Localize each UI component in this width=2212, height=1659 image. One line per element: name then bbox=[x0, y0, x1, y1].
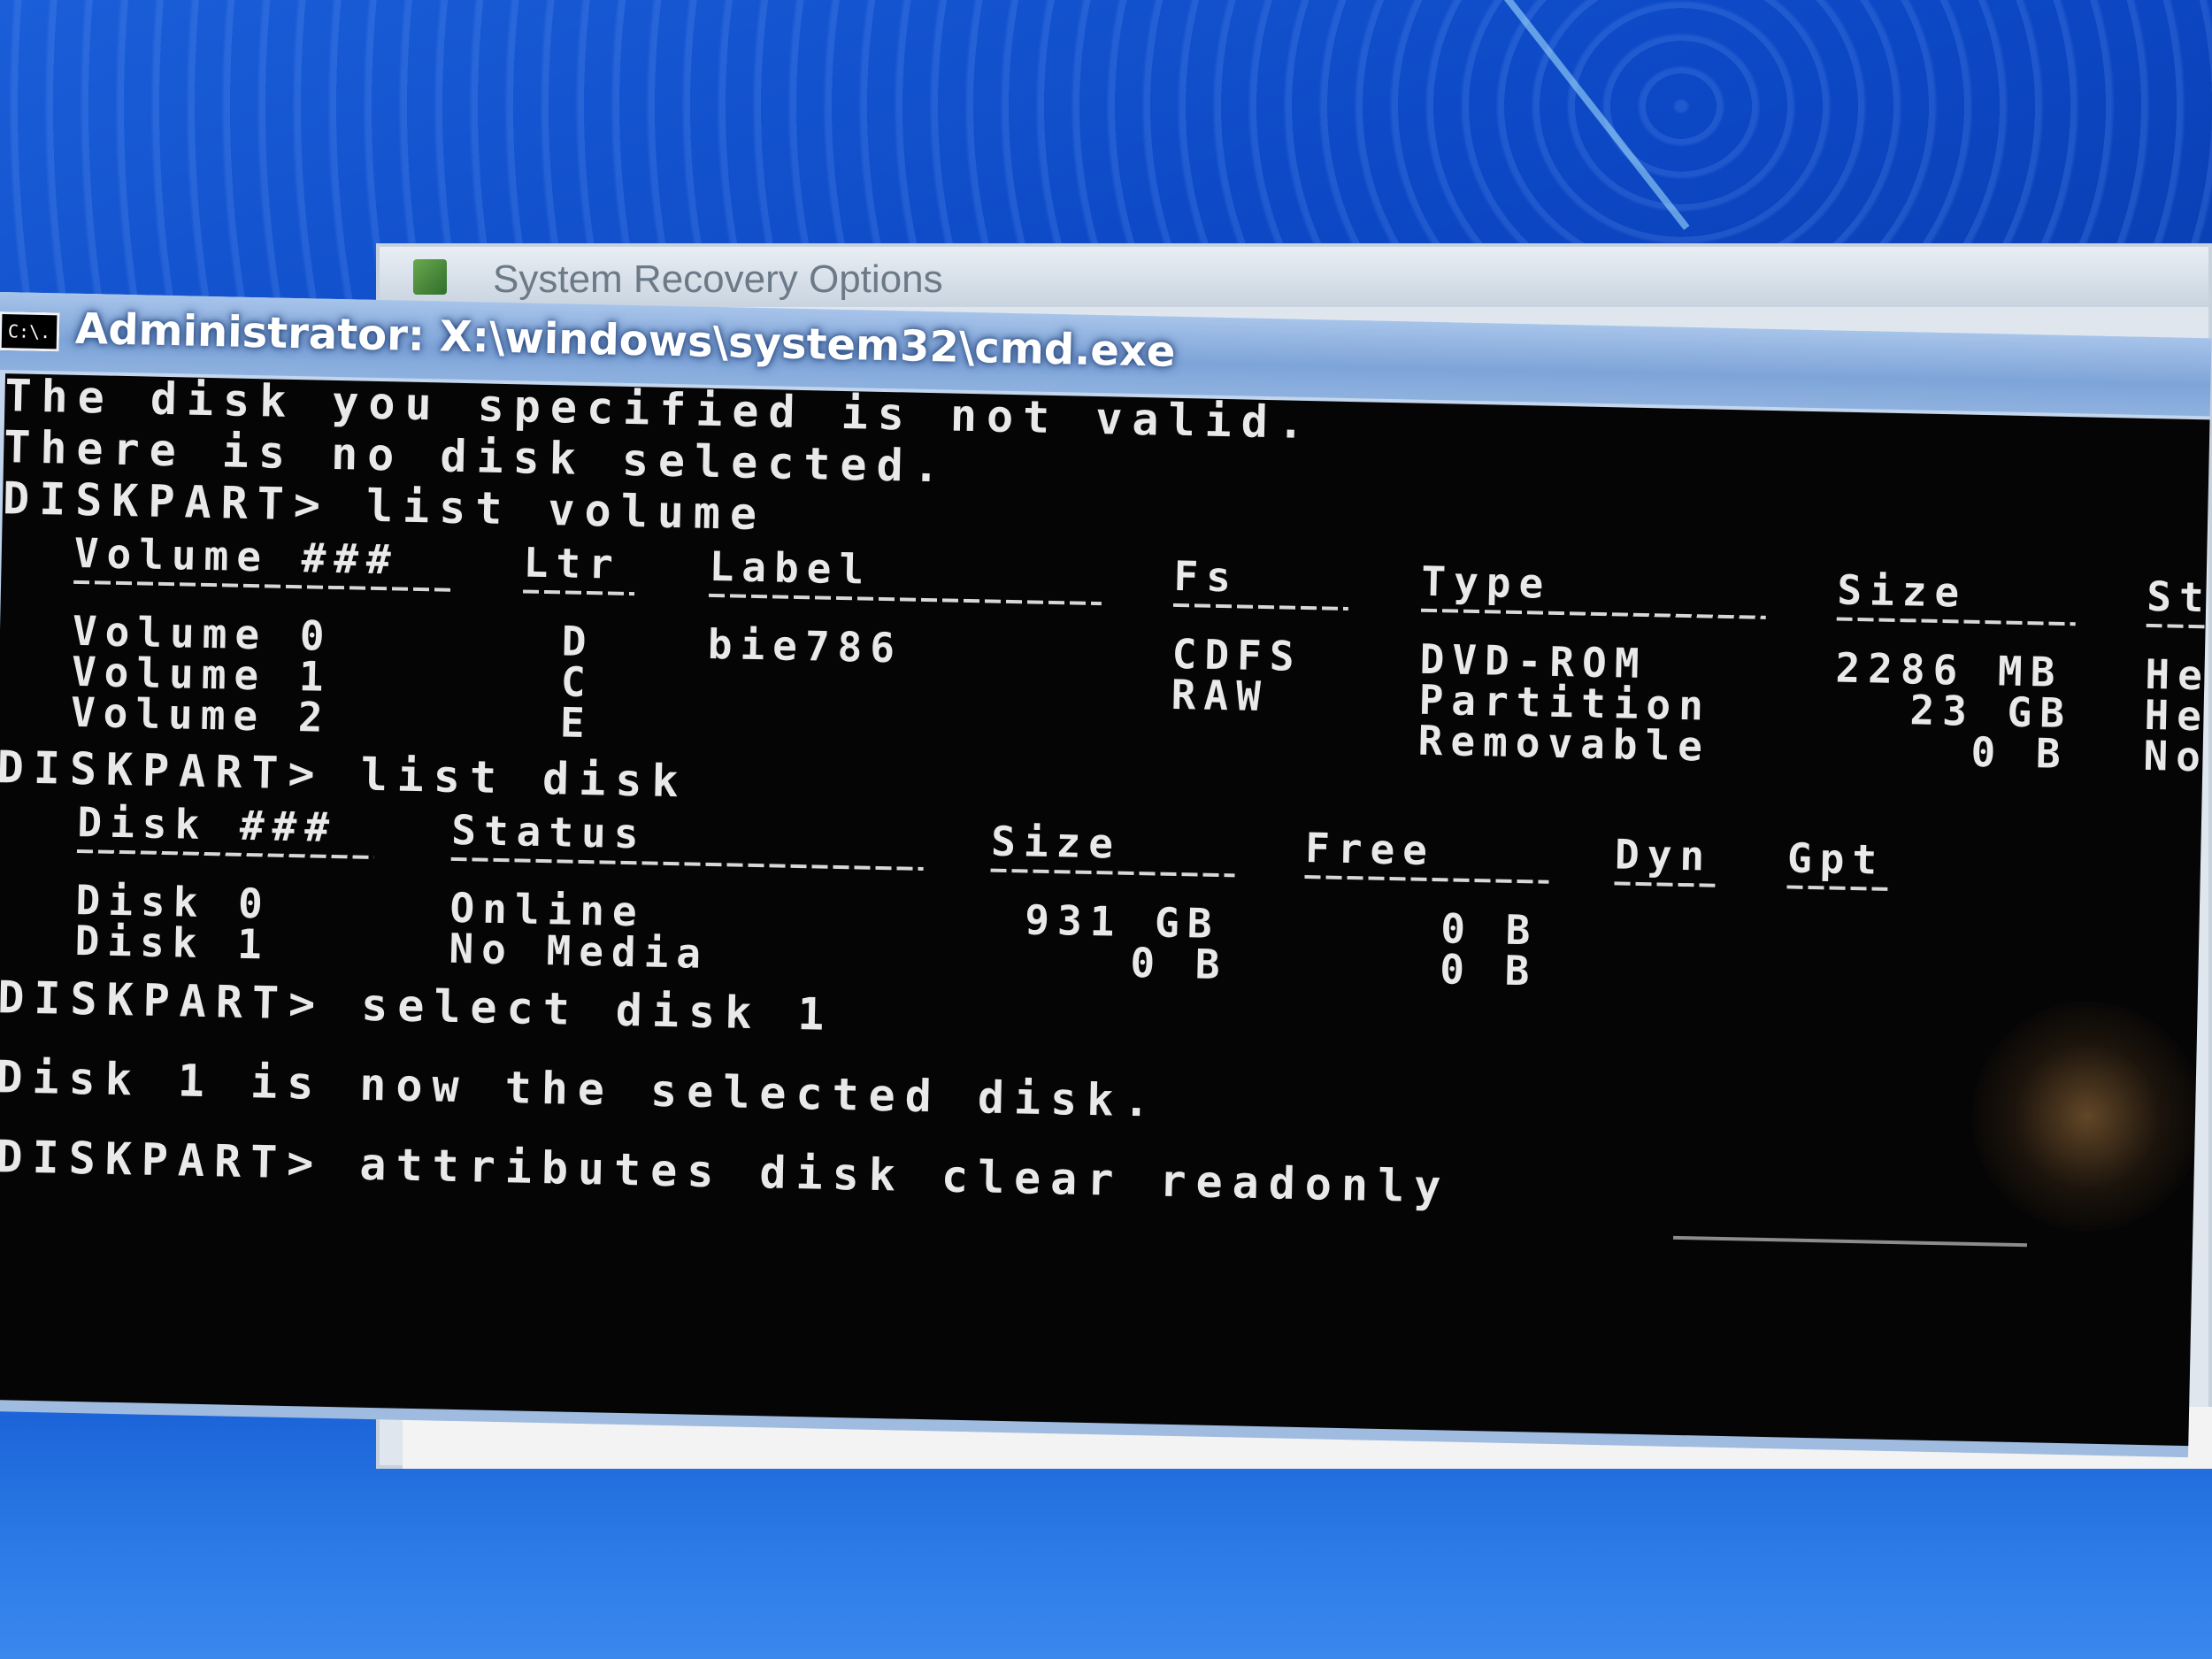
volume-header-ltr: Ltr bbox=[523, 538, 622, 588]
volume-row-1-status: He bbox=[2143, 690, 2210, 741]
volume-header-status: St bbox=[2146, 572, 2210, 622]
volume-row-0-size: 2286 MB bbox=[1834, 643, 2063, 696]
disk-divider-free bbox=[1304, 875, 1549, 884]
volume-header-type: Type bbox=[1420, 557, 1552, 608]
disk-header-size: Size bbox=[990, 817, 1122, 868]
recovery-titlebar[interactable]: System Recovery Options bbox=[380, 247, 2208, 307]
disk-header-gpt: Gpt bbox=[1786, 833, 1886, 884]
disk-divider-dyn bbox=[1614, 881, 1716, 887]
volume-divider-label bbox=[708, 593, 1102, 606]
disk-row-0-free: 0 B bbox=[1440, 904, 1539, 955]
prompt-attributes-command[interactable]: DISKPART> attributes disk clear readonly bbox=[0, 1131, 1451, 1212]
disk-header-status: Status bbox=[450, 805, 648, 858]
recovery-app-icon bbox=[413, 259, 447, 295]
volume-header-volume: Volume ### bbox=[73, 528, 400, 584]
disk-row-1-disk: Disk 1 bbox=[74, 916, 271, 969]
disk-row-1-status: No Media bbox=[449, 924, 710, 978]
volume-divider-fs bbox=[1172, 603, 1348, 611]
console-output[interactable]: The disk you specified is not valid. The… bbox=[0, 373, 2210, 1447]
volume-divider-ltr bbox=[522, 589, 635, 596]
disk-header-free: Free bbox=[1304, 824, 1436, 875]
volume-row-0-label: bie786 bbox=[707, 619, 903, 672]
volume-row-2-status: No bbox=[2142, 731, 2209, 781]
volume-row-2-ltr: E bbox=[559, 698, 594, 748]
volume-row-2-size: 0 B bbox=[1970, 727, 2070, 779]
console-scroll-indicator bbox=[1672, 1235, 2027, 1248]
wallpaper-streak bbox=[1504, 0, 1690, 231]
volume-row-0-status: He bbox=[2144, 649, 2210, 700]
volume-row-2-volume: Volume 2 bbox=[70, 687, 332, 741]
volume-divider-type bbox=[1420, 608, 1766, 619]
cmd-window-title: Administrator: X:\windows\system32\cmd.e… bbox=[74, 303, 1177, 377]
disk-divider-size bbox=[990, 868, 1235, 878]
volume-row-1-fs: RAW bbox=[1171, 670, 1270, 721]
cmd-window[interactable]: C:\. Administrator: X:\windows\system32\… bbox=[0, 292, 2212, 1458]
disk-divider-gpt bbox=[1786, 885, 1888, 891]
volume-header-label: Label bbox=[709, 541, 872, 594]
volume-divider-status bbox=[2146, 623, 2210, 629]
disk-row-1-size: 0 B bbox=[1129, 938, 1229, 989]
disk-divider-status bbox=[450, 856, 924, 871]
disk-header-dyn: Dyn bbox=[1614, 830, 1713, 880]
selected-disk-message: Disk 1 is now the selected disk. bbox=[0, 1051, 1161, 1127]
volume-row-1-size: 23 GB bbox=[1909, 686, 2073, 738]
volume-divider-size bbox=[1836, 617, 2076, 626]
disk-row-1-free: 0 B bbox=[1439, 945, 1538, 995]
volume-row-2-type: Removable bbox=[1417, 716, 1711, 771]
volume-row-0-ltr: D bbox=[561, 617, 595, 666]
recovery-window-title: System Recovery Options bbox=[493, 257, 943, 301]
screen-glare bbox=[1970, 998, 2205, 1234]
disk-row-0-size: 931 GB bbox=[1024, 895, 1221, 949]
volume-row-1-ltr: C bbox=[560, 657, 595, 707]
cmd-prompt-icon[interactable]: C:\. bbox=[0, 311, 60, 352]
disk-header-disk: Disk ### bbox=[76, 797, 338, 852]
prompt-list-disk: DISKPART> list disk bbox=[0, 741, 689, 808]
volume-header-fs: Fs bbox=[1173, 551, 1240, 602]
volume-header-size: Size bbox=[1836, 565, 1968, 617]
prompt-select-disk: DISKPART> select disk 1 bbox=[0, 972, 835, 1041]
